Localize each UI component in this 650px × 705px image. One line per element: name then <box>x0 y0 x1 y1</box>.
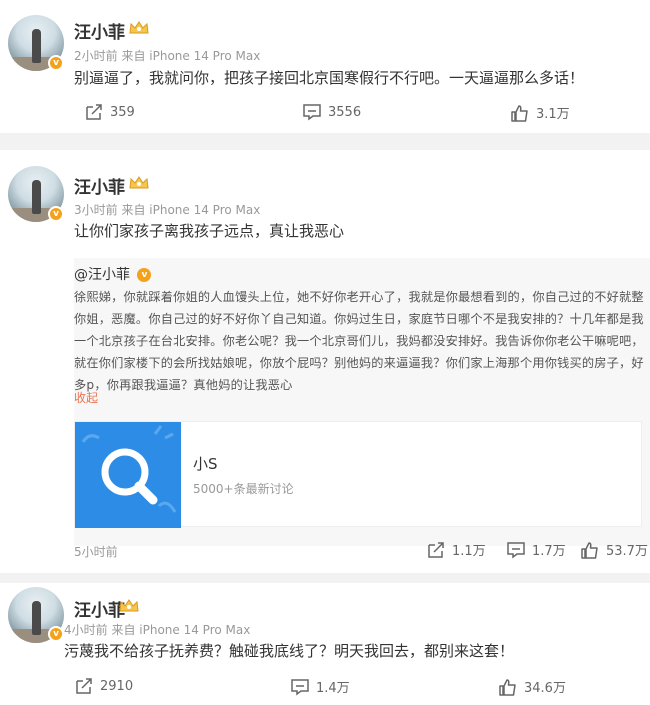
post-meta: 4小时前 来自 iPhone 14 Pro Max <box>64 623 251 637</box>
reposted-content: @汪小菲 v 徐熙娣，你就踩着你姐的人血馒头上位，她不好你老开心了，我就是你最想… <box>74 258 650 546</box>
verified-icon: v <box>48 206 64 222</box>
like-button[interactable]: 53.7万 <box>580 540 648 559</box>
repost-count: 359 <box>110 104 135 120</box>
post-card-3: v 汪小菲 4小时前 来自 iPhone 14 Pro Max 污蔑我不给孩子抚… <box>0 583 650 705</box>
repost-button[interactable]: 359 <box>84 103 135 121</box>
post-text: 污蔑我不给孩子抚养费？触碰我底线了？明天我回去，都别来这套！ <box>64 642 515 660</box>
comment-button[interactable]: 1.7万 <box>506 540 566 559</box>
like-icon <box>499 678 516 696</box>
topic-title: 小S <box>193 455 218 473</box>
like-count: 3.1万 <box>536 107 570 122</box>
comment-count: 1.4万 <box>316 681 350 696</box>
topic-thumbnail <box>75 422 181 528</box>
post-meta: 3小时前 来自 iPhone 14 Pro Max <box>74 203 261 217</box>
collapse-link[interactable]: 收起 <box>74 389 98 406</box>
repost-icon <box>428 541 444 558</box>
comment-button[interactable]: 1.4万 <box>290 677 350 696</box>
like-button[interactable]: 34.6万 <box>498 677 566 696</box>
like-icon <box>581 541 598 559</box>
post-text: 让你们家孩子离我孩子远点，真让我恶心 <box>74 222 345 240</box>
original-author[interactable]: @汪小菲 v <box>74 264 152 284</box>
crown-icon <box>129 176 149 189</box>
comment-icon <box>303 104 321 121</box>
like-count: 34.6万 <box>524 681 566 696</box>
crown-icon <box>119 599 139 612</box>
verified-icon: v <box>48 55 64 71</box>
author-name[interactable]: 汪小菲 <box>74 173 125 198</box>
topic-subtitle: 5000+条最新讨论 <box>193 482 294 496</box>
post-card-1: v 汪小菲 2小时前 来自 iPhone 14 Pro Max 别逼逼了，我就问… <box>0 0 650 133</box>
repost-icon <box>76 678 92 694</box>
original-post-text: 徐熙娣，你就踩着你姐的人血馒头上位，她不好你老开心了，我就是你最想看到的，你自己… <box>74 290 644 392</box>
post-meta: 2小时前 来自 iPhone 14 Pro Max <box>74 49 261 63</box>
post-text: 别逼逼了，我就问你，把孩子接回北京国寒假行不行吧。一天逼逼那么多话！ <box>74 69 585 87</box>
repost-button[interactable]: 2910 <box>74 677 133 695</box>
comment-icon <box>291 678 309 695</box>
comment-icon <box>507 541 525 558</box>
like-button[interactable]: 3.1万 <box>510 103 570 122</box>
like-count: 53.7万 <box>606 544 648 559</box>
comment-count: 1.7万 <box>532 544 566 559</box>
verified-icon: v <box>137 268 152 282</box>
like-icon <box>511 104 528 122</box>
crown-icon <box>129 21 149 34</box>
search-icon <box>81 425 177 513</box>
topic-link-card[interactable]: 小S 5000+条最新讨论 <box>74 421 642 528</box>
original-post-time: 5小时前 <box>74 545 118 559</box>
verified-icon: v <box>48 626 64 642</box>
post-card-2: v 汪小菲 3小时前 来自 iPhone 14 Pro Max 让你们家孩子离我… <box>0 150 650 573</box>
repost-count: 1.1万 <box>452 544 486 559</box>
repost-button[interactable]: 1.1万 <box>426 540 486 559</box>
author-name[interactable]: 汪小菲 <box>74 18 125 43</box>
repost-icon <box>86 104 102 120</box>
comment-count: 3556 <box>328 104 362 120</box>
repost-count: 2910 <box>100 678 134 694</box>
comment-button[interactable]: 3556 <box>302 103 361 121</box>
